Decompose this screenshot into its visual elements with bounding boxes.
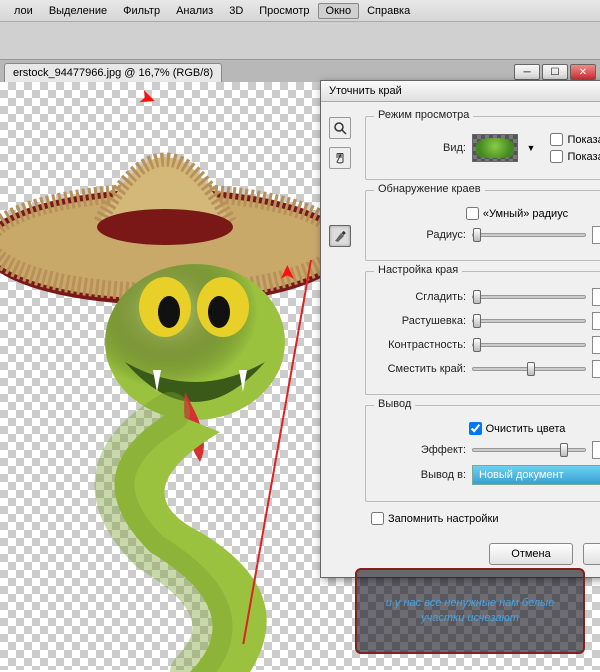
hand-tool-icon[interactable] <box>329 147 351 169</box>
menu-window[interactable]: Окно <box>318 3 360 19</box>
annotation-arrow-icon: ➤ <box>277 265 298 280</box>
output-to-label: Вывод в: <box>376 469 466 481</box>
menu-help[interactable]: Справка <box>359 3 418 19</box>
refine-edge-dialog: Уточнить край Режим просмотра Вид: ▼ Пок… <box>320 80 600 578</box>
menu-analysis[interactable]: Анализ <box>168 3 221 19</box>
group-legend: Вывод <box>374 398 415 410</box>
feather-label: Растушевка: <box>376 315 466 327</box>
zoom-tool-icon[interactable] <box>329 117 351 139</box>
smooth-slider[interactable] <box>472 295 586 299</box>
show-original-checkbox[interactable] <box>550 150 563 163</box>
contrast-slider[interactable] <box>472 343 586 347</box>
radius-input[interactable] <box>592 226 600 244</box>
remember-settings-label: Запомнить настройки <box>388 513 499 525</box>
smart-radius-label: «Умный» радиус <box>483 208 568 220</box>
radius-slider[interactable] <box>472 233 586 237</box>
feather-input[interactable] <box>592 312 600 330</box>
menu-layers[interactable]: лои <box>6 3 41 19</box>
feather-slider[interactable] <box>472 319 586 323</box>
show-radius-checkbox[interactable] <box>550 133 563 146</box>
amount-slider[interactable] <box>472 448 586 452</box>
maximize-button[interactable]: ☐ <box>542 64 568 80</box>
refine-radius-tool-icon[interactable] <box>329 225 351 247</box>
view-label: Вид: <box>376 142 466 154</box>
radius-label: Радиус: <box>376 229 466 241</box>
amount-label: Эффект: <box>376 444 466 456</box>
smart-radius-checkbox[interactable] <box>466 207 479 220</box>
shift-edge-slider[interactable] <box>472 367 586 371</box>
shift-edge-label: Сместить край: <box>376 363 466 375</box>
remember-settings-checkbox[interactable] <box>371 512 384 525</box>
group-legend: Настройка края <box>374 264 462 276</box>
show-original-label: Показать оригина <box>567 151 600 163</box>
contrast-label: Контрастность: <box>376 339 466 351</box>
adjust-edge-group: Настройка края Сгладить: Растушевка: пи … <box>365 271 600 395</box>
minimize-button[interactable]: ─ <box>514 64 540 80</box>
ok-button[interactable]: OK <box>583 543 600 565</box>
shift-edge-input[interactable] <box>592 360 600 378</box>
cancel-button[interactable]: Отмена <box>489 543 573 565</box>
group-legend: Режим просмотра <box>374 109 473 121</box>
tutorial-annotation: и у нас все ненужные нам белые участки и… <box>355 568 585 654</box>
options-bar <box>0 22 600 60</box>
menu-view[interactable]: Просмотр <box>251 3 317 19</box>
edge-detection-group: Обнаружение краев «Умный» радиус Радиус:… <box>365 190 600 261</box>
output-group: Вывод Очистить цвета Эффект: % Вывод в: … <box>365 405 600 502</box>
close-button[interactable]: ✕ <box>570 64 596 80</box>
smooth-label: Сгладить: <box>376 291 466 303</box>
amount-input[interactable] <box>592 441 600 459</box>
menu-3d[interactable]: 3D <box>221 3 251 19</box>
menu-filter[interactable]: Фильтр <box>115 3 168 19</box>
view-preview-swatch[interactable] <box>472 134 518 162</box>
decontaminate-label: Очистить цвета <box>486 423 566 435</box>
show-radius-label: Показать радиус <box>567 134 600 146</box>
menu-bar: лои Выделение Фильтр Анализ 3D Просмотр … <box>0 0 600 22</box>
decontaminate-checkbox[interactable] <box>469 422 482 435</box>
contrast-input[interactable] <box>592 336 600 354</box>
menu-select[interactable]: Выделение <box>41 3 115 19</box>
view-mode-group: Режим просмотра Вид: ▼ Показать радиус П… <box>365 116 600 180</box>
chevron-down-icon[interactable]: ▼ <box>524 143 538 153</box>
output-to-select[interactable]: Новый документ▼ <box>472 465 600 485</box>
group-legend: Обнаружение краев <box>374 183 485 195</box>
annotation-text: и у нас все ненужные нам белые участки и… <box>367 596 573 626</box>
smooth-input[interactable] <box>592 288 600 306</box>
dialog-title: Уточнить край <box>321 81 600 102</box>
output-to-value: Новый документ <box>479 469 564 481</box>
